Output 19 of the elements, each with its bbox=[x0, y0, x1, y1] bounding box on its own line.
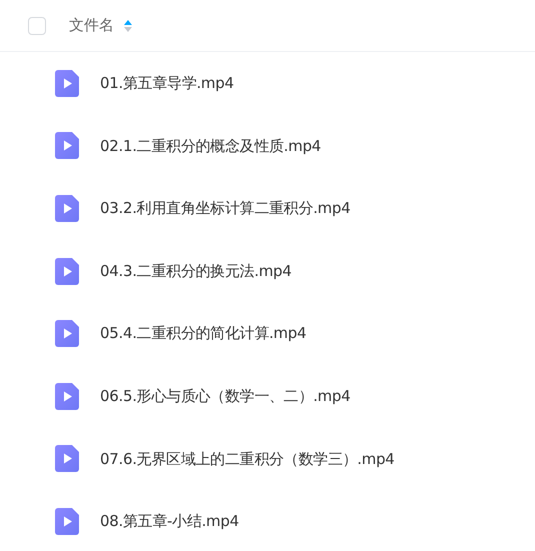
video-file-icon bbox=[55, 508, 79, 535]
column-header[interactable]: 文件名 bbox=[69, 14, 114, 37]
file-name[interactable]: 04.3.二重积分的换元法.mp4 bbox=[100, 260, 292, 282]
video-file-icon bbox=[55, 194, 79, 222]
video-file-icon bbox=[55, 132, 79, 160]
file-name[interactable]: 08.第五章-小结.mp4 bbox=[100, 510, 239, 533]
video-file-icon bbox=[55, 70, 79, 97]
file-name[interactable]: 01.第五章导学.mp4 bbox=[100, 72, 234, 95]
sort-icon[interactable] bbox=[124, 18, 132, 34]
file-name[interactable]: 03.2.利用直角坐标计算二重积分.mp4 bbox=[100, 197, 350, 220]
file-name[interactable]: 06.5.形心与质心（数学一、二）.mp4 bbox=[100, 385, 350, 408]
select-all-checkbox[interactable] bbox=[28, 16, 46, 34]
file-name[interactable]: 02.1.二重积分的概念及性质.mp4 bbox=[100, 134, 321, 158]
video-file-icon bbox=[55, 445, 79, 472]
video-file-icon bbox=[55, 382, 79, 410]
video-file-icon bbox=[55, 320, 79, 348]
video-file-icon bbox=[55, 258, 79, 285]
file-name[interactable]: 07.6.无界区域上的二重积分（数学三）.mp4 bbox=[100, 448, 394, 470]
file-name[interactable]: 05.4.二重积分的简化计算.mp4 bbox=[100, 322, 306, 345]
